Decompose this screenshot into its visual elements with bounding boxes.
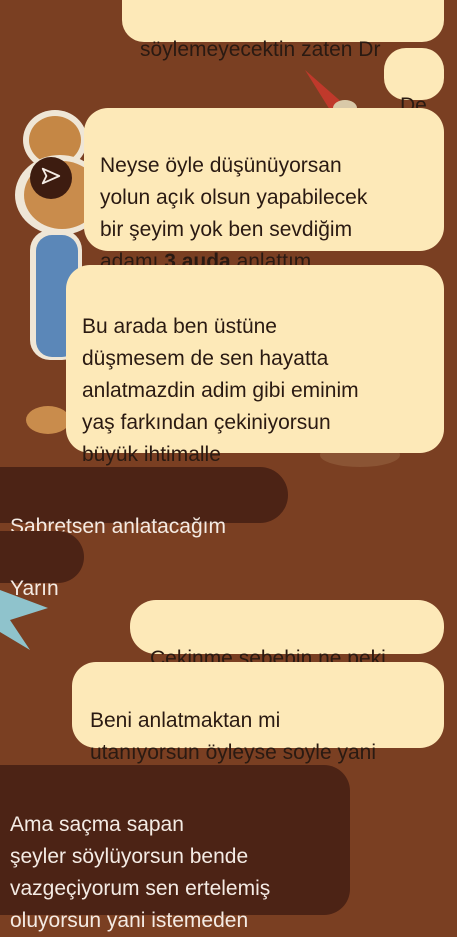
message-text: Neyse öyle düşünüyorsan yolun açık olsun…: [100, 154, 367, 273]
message-text: Bu arada ben üstüne düşmesem de sen haya…: [82, 315, 359, 466]
message-text: Yarın: [10, 577, 59, 600]
message-bubble-in[interactable]: Ama saçma sapan şeyler söylüyorsun bende…: [0, 765, 350, 932]
message-bubble-out[interactable]: Bu arada ben üstüne düşmesem de sen haya…: [66, 265, 444, 466]
share-button[interactable]: [30, 157, 72, 199]
message-text: söylemeyecektin zaten Dr: [140, 38, 381, 61]
message-bubble-out[interactable]: Beni anlatmaktan mi utanıyorsun öyleyse …: [72, 662, 444, 764]
message-bubble-out[interactable]: Çekinme sebebin ne peki: [130, 600, 444, 670]
message-bubble-out[interactable]: De: [384, 48, 444, 117]
message-bubble-out[interactable]: söylemeyecektin zaten Dr: [122, 0, 444, 61]
message-bubble-in[interactable]: Yarın: [0, 531, 84, 600]
share-arrow-icon: [40, 165, 62, 192]
message-text: Beni anlatmaktan mi utanıyorsun öyleyse …: [90, 709, 376, 764]
message-bubble-out[interactable]: Neyse öyle düşünüyorsan yolun açık olsun…: [84, 108, 444, 273]
message-text: Ama saçma sapan şeyler söylüyorsun bende…: [10, 813, 271, 932]
message-bubble-in[interactable]: Sabretsen anlatacağım: [0, 467, 288, 538]
